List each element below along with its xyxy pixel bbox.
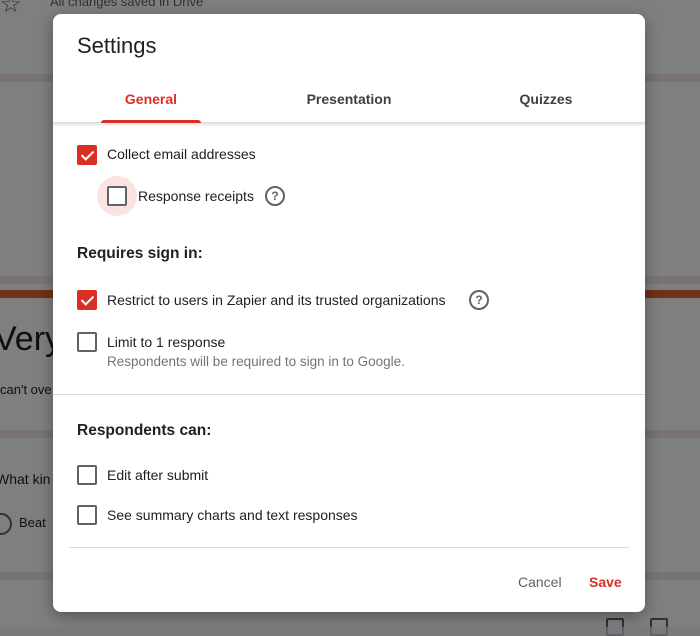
requires-sign-in-heading: Requires sign in:	[77, 245, 203, 262]
settings-dialog: Settings General Presentation Quizzes Co…	[53, 14, 645, 612]
respondents-can-heading: Respondents can:	[77, 422, 212, 439]
tab-quizzes[interactable]: Quizzes	[493, 84, 599, 122]
see-summary-checkbox[interactable]	[77, 505, 97, 525]
limit-one-response-label: Limit to 1 response	[107, 334, 226, 350]
dialog-title: Settings	[77, 33, 157, 58]
edit-after-submit-checkbox[interactable]	[77, 465, 97, 485]
help-icon[interactable]: ?	[265, 186, 285, 206]
collect-email-label: Collect email addresses	[107, 146, 256, 162]
tab-general[interactable]: General	[101, 84, 201, 123]
footer-divider	[69, 547, 629, 548]
settings-tabs: General Presentation Quizzes	[53, 84, 645, 123]
response-receipts-label: Response receipts	[138, 188, 254, 204]
limit-one-response-hint: Respondents will be required to sign in …	[107, 354, 405, 369]
limit-one-response-checkbox[interactable]	[77, 332, 97, 352]
tab-presentation[interactable]: Presentation	[289, 84, 409, 122]
cancel-button[interactable]: Cancel	[518, 574, 562, 590]
restrict-users-label: Restrict to users in Zapier and its trus…	[107, 292, 446, 308]
section-divider	[53, 394, 645, 395]
help-icon[interactable]: ?	[469, 290, 489, 310]
collect-email-checkbox[interactable]	[77, 145, 97, 165]
see-summary-label: See summary charts and text responses	[107, 507, 358, 523]
edit-after-submit-label: Edit after submit	[107, 467, 209, 483]
restrict-users-checkbox[interactable]	[77, 290, 97, 310]
save-button[interactable]: Save	[589, 574, 622, 590]
response-receipts-checkbox[interactable]	[107, 186, 127, 206]
